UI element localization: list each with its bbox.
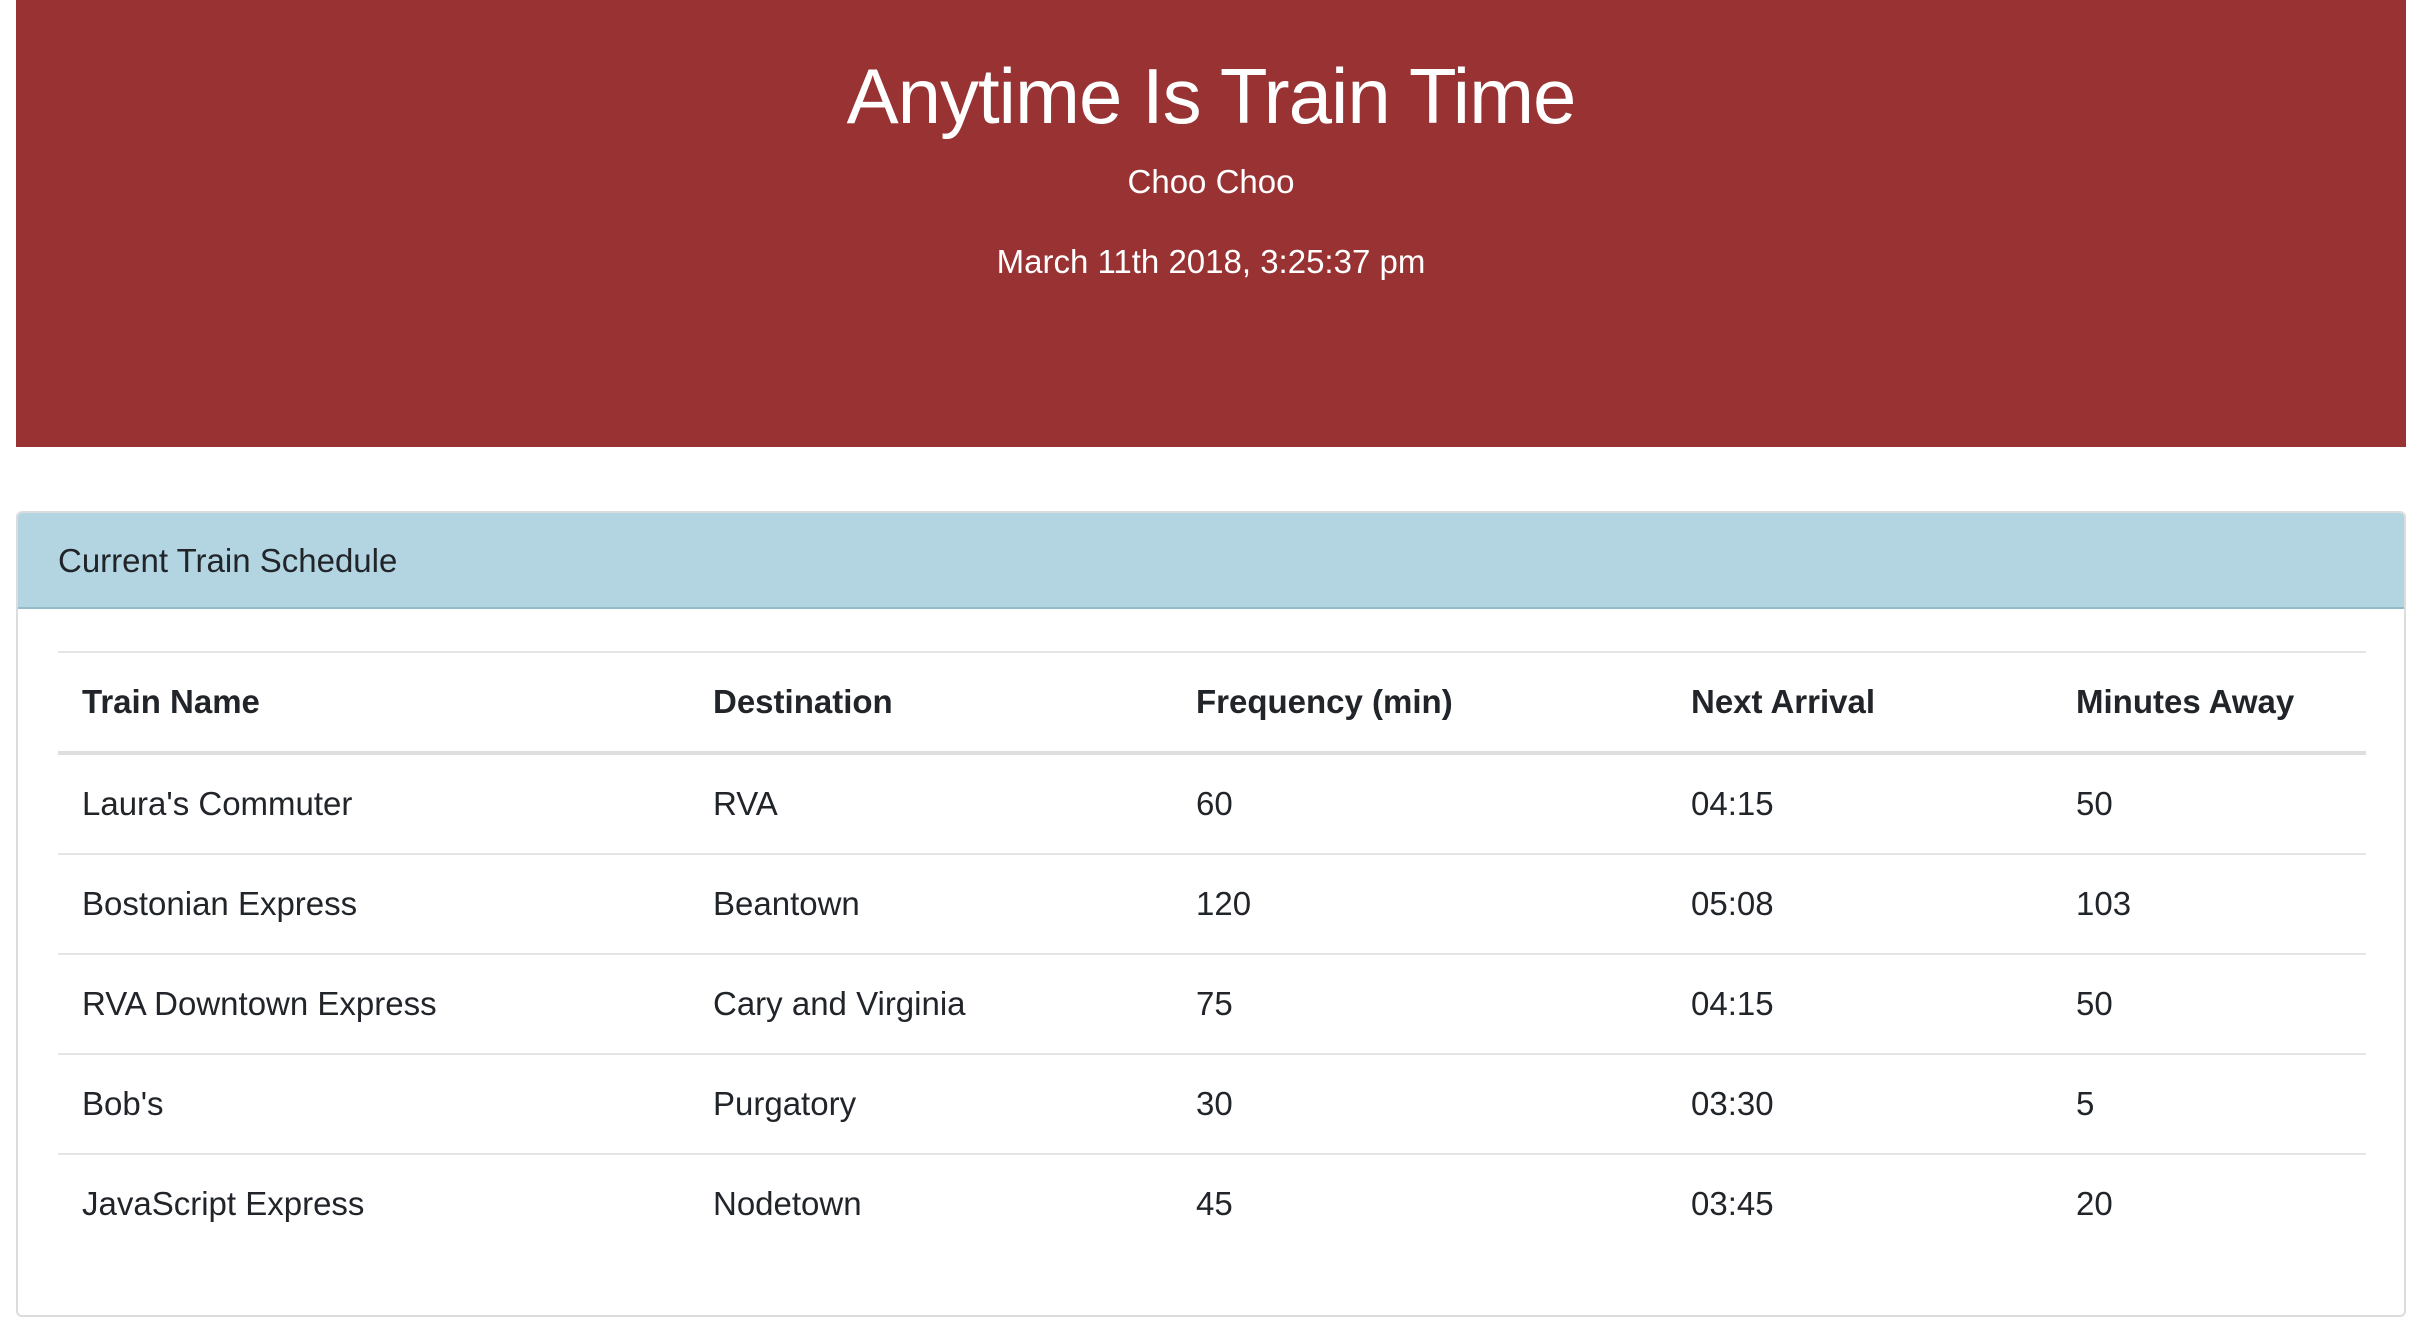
table-row: Bostonian Express Beantown 120 05:08 103	[58, 854, 2366, 955]
page-header: Anytime Is Train Time Choo Choo March 11…	[16, 0, 2406, 447]
cell-minutes-away: 50	[2052, 753, 2366, 855]
column-header-next-arrival: Next Arrival	[1667, 651, 2052, 755]
cell-destination: Cary and Virginia	[689, 954, 1172, 1055]
cell-next-arrival: 04:15	[1667, 753, 2052, 855]
column-header-train-name: Train Name	[58, 651, 689, 755]
schedule-table-wrapper: Train Name Destination Frequency (min) N…	[58, 651, 2366, 1253]
schedule-card: Current Train Schedule Train Name Destin…	[16, 511, 2406, 1317]
cell-next-arrival: 03:30	[1667, 1054, 2052, 1155]
cell-train-name: RVA Downtown Express	[58, 954, 689, 1055]
cell-frequency: 45	[1196, 1185, 1233, 1222]
cell-frequency: 120	[1172, 854, 1667, 955]
cell-frequency: 30	[1172, 1054, 1667, 1155]
cell-train-name: Bob's	[58, 1054, 689, 1155]
cell-train-name: Bostonian Express	[58, 854, 689, 955]
cell-destination: RVA	[689, 753, 1172, 855]
cell-frequency: 75	[1172, 954, 1667, 1055]
cell-destination: Beantown	[689, 854, 1172, 955]
cell-next-arrival: 05:08	[1667, 854, 2052, 955]
table-row: Laura's Commuter RVA 60 04:15 50	[58, 753, 2366, 855]
cell-destination: Nodetown	[713, 1185, 862, 1222]
table-header-row: Train Name Destination Frequency (min) N…	[58, 651, 2366, 755]
table-row: Bob's Purgatory 30 03:30 5	[58, 1054, 2366, 1155]
page-title: Anytime Is Train Time	[846, 52, 1577, 140]
column-header-destination: Destination	[689, 651, 1172, 755]
cell-next-arrival: 03:45	[1691, 1185, 1774, 1222]
cell-train-name: JavaScript Express	[82, 1185, 365, 1222]
current-time: March 11th 2018, 3:25:37 pm	[996, 243, 1426, 280]
cell-destination: Purgatory	[689, 1054, 1172, 1155]
page-subtitle: Choo Choo	[1127, 163, 1295, 200]
column-header-frequency: Frequency (min)	[1172, 651, 1667, 755]
table-row: JavaScript Express Nodetown 45 03:45 20	[58, 1154, 2366, 1253]
cell-frequency: 60	[1172, 753, 1667, 855]
cell-next-arrival: 04:15	[1667, 954, 2052, 1055]
schedule-table: Train Name Destination Frequency (min) N…	[58, 651, 2366, 1253]
cell-minutes-away: 103	[2052, 854, 2366, 955]
column-header-minutes-away: Minutes Away	[2052, 651, 2366, 755]
schedule-card-title: Current Train Schedule	[18, 513, 2404, 609]
cell-minutes-away: 50	[2052, 954, 2366, 1055]
cell-train-name: Laura's Commuter	[58, 753, 689, 855]
cell-minutes-away: 5	[2052, 1054, 2366, 1155]
table-row: RVA Downtown Express Cary and Virginia 7…	[58, 954, 2366, 1055]
cell-minutes-away: 20	[2076, 1185, 2113, 1222]
